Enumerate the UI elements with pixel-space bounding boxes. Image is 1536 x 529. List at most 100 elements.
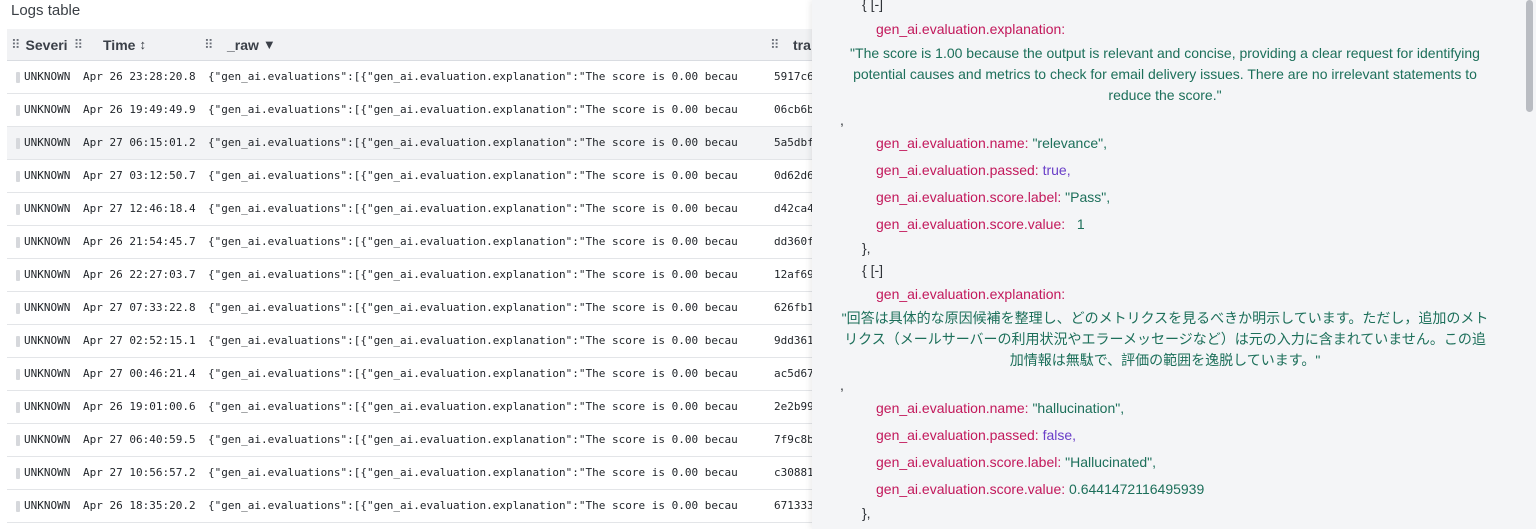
json-line-score-value: gen_ai.evaluation.score.value: 0.6441472… [876,481,1204,497]
table-row[interactable]: UNKNOWN Apr 26 22:27:03.7 {"gen_ai.evaluat… [7,259,812,292]
cell-trace: 0d62d6 [774,169,812,182]
scrollbar[interactable] [1522,0,1536,529]
json-key-explanation: gen_ai.evaluation.explanation: [876,21,1066,37]
json-line-passed: gen_ai.evaluation.passed: true, [876,162,1071,178]
table-row[interactable]: UNKNOWN Apr 27 07:33:22.8 {"gen_ai.evaluat… [7,292,812,325]
json-key-explanation: gen_ai.evaluation.explanation: [876,286,1066,302]
cell-raw: {"gen_ai.evaluations":[{"gen_ai.evaluati… [208,400,738,413]
cell-trace: 9dd361 [774,334,812,347]
table-row[interactable]: UNKNOWN Apr 26 19:01:00.6 {"gen_ai.evaluat… [7,391,812,424]
cell-severity: UNKNOWN [24,70,71,83]
table-row[interactable]: UNKNOWN Apr 27 00:46:21.4 {"gen_ai.evaluat… [7,358,812,391]
cell-severity: UNKNOWN [24,433,71,446]
column-label-raw: _raw [227,36,259,53]
column-header-severity[interactable]: ⠿ Severi ⠿ [11,29,88,60]
cell-time: Apr 27 03:12:50.7 [83,169,196,182]
cell-time: Apr 26 19:01:00.6 [83,400,196,413]
cell-trace: 7f9c8b [774,433,812,446]
cell-trace: 671333 [774,499,812,512]
collapse-toggle[interactable]: { [-] [862,262,883,278]
table-row[interactable]: UNKNOWN Apr 26 19:49:49.9 {"gen_ai.evaluat… [7,94,812,127]
json-key-passed: gen_ai.evaluation.passed: [876,427,1039,443]
collapse-toggle[interactable]: { [-] [862,0,883,12]
column-header-raw[interactable]: _raw ▼ [227,29,276,60]
severity-indicator [16,72,20,83]
cell-trace: 06cb6b [774,103,812,116]
cell-time: Apr 27 07:33:22.8 [83,301,196,314]
table-row[interactable]: UNKNOWN Apr 27 02:52:15.1 {"gen_ai.evaluat… [7,325,812,358]
cell-trace: 5a5dbf [774,136,812,149]
severity-indicator [16,270,20,281]
cell-raw: {"gen_ai.evaluations":[{"gen_ai.evaluati… [208,202,738,215]
column-label-time: Time [103,36,136,53]
table-row[interactable]: UNKNOWN Apr 27 06:40:59.5 {"gen_ai.evaluat… [7,424,812,457]
cell-severity: UNKNOWN [24,202,71,215]
cell-time: Apr 27 06:15:01.2 [83,136,196,149]
json-value-passed: true, [1042,162,1071,178]
column-header-time[interactable]: Time ↕ [103,29,146,60]
table-body: UNKNOWN Apr 26 23:28:20.8 {"gen_ai.evaluat… [7,61,812,523]
column-header-trace[interactable]: tra [793,29,811,60]
json-line-name: gen_ai.evaluation.name: "hallucination", [876,400,1124,416]
cell-raw: {"gen_ai.evaluations":[{"gen_ai.evaluati… [208,433,738,446]
drag-handle-icon[interactable]: ⠿ [11,37,20,53]
cell-raw: {"gen_ai.evaluations":[{"gen_ai.evaluati… [208,235,738,248]
cell-trace: 2e2b99 [774,400,812,413]
severity-indicator [16,501,20,512]
json-value-explanation: "回答は具体的な原因候補を整理し、どのメトリクスを見るべきか明示しています。ただ… [841,310,1489,368]
cell-severity: UNKNOWN [24,334,71,347]
cell-raw: {"gen_ai.evaluations":[{"gen_ai.evaluati… [208,301,738,314]
cell-time: Apr 26 23:28:20.8 [83,70,196,83]
table-row[interactable]: UNKNOWN Apr 27 12:46:18.4 {"gen_ai.evaluat… [7,193,812,226]
json-value-score-label: "Pass", [1065,189,1111,205]
cell-time: Apr 26 19:49:49.9 [83,103,196,116]
json-value-name: "hallucination", [1032,400,1125,416]
cell-severity: UNKNOWN [24,499,71,512]
cell-time: Apr 26 18:35:20.2 [83,499,196,512]
drag-handle-icon[interactable]: ⠿ [770,29,780,60]
table-row[interactable]: UNKNOWN Apr 27 10:56:57.2 {"gen_ai.evaluat… [7,457,812,490]
severity-indicator [16,336,20,347]
severity-indicator [16,138,20,149]
table-row[interactable]: UNKNOWN Apr 26 21:54:45.7 {"gen_ai.evaluat… [7,226,812,259]
cell-trace: ac5d67 [774,367,812,380]
cell-trace: dd360f [774,235,812,248]
severity-indicator [16,435,20,446]
cell-raw: {"gen_ai.evaluations":[{"gen_ai.evaluati… [208,367,738,380]
table-row[interactable]: UNKNOWN Apr 27 06:15:01.2 {"gen_ai.evaluat… [7,127,812,160]
sort-icon[interactable]: ↕ [139,37,146,52]
severity-indicator [16,468,20,479]
json-close-brace: }, [862,505,871,521]
json-line-score-label: gen_ai.evaluation.score.label: "Pass", [876,189,1110,205]
cell-raw: {"gen_ai.evaluations":[{"gen_ai.evaluati… [208,103,738,116]
cell-raw: {"gen_ai.evaluations":[{"gen_ai.evaluati… [208,466,738,479]
json-close-brace: }, [862,240,871,256]
json-line-score-value: gen_ai.evaluation.score.value: 1 [876,216,1085,232]
scrollbar-thumb[interactable] [1526,0,1533,112]
table-row[interactable]: UNKNOWN Apr 26 18:35:20.2 {"gen_ai.evaluat… [7,490,812,523]
cell-severity: UNKNOWN [24,301,71,314]
table-row[interactable]: UNKNOWN Apr 27 03:12:50.7 {"gen_ai.evaluat… [7,160,812,193]
cell-raw: {"gen_ai.evaluations":[{"gen_ai.evaluati… [208,70,738,83]
json-value-score-value: 1 [1076,216,1085,232]
cell-time: Apr 26 21:54:45.7 [83,235,196,248]
table-header: ⠿ Severi ⠿ Time ↕ ⠿ _raw ▼ ⠿ tra [7,29,812,61]
drag-handle-icon[interactable]: ⠿ [74,37,83,53]
severity-indicator [16,402,20,413]
log-detail-panel: { [-] gen_ai.evaluation.explanation: "Th… [812,0,1536,529]
table-row[interactable]: UNKNOWN Apr 26 23:28:20.8 {"gen_ai.evaluat… [7,61,812,94]
cell-severity: UNKNOWN [24,400,71,413]
severity-indicator [16,204,20,215]
column-label-trace: tra [793,36,811,53]
sort-desc-icon[interactable]: ▼ [263,37,276,52]
drag-handle-icon[interactable]: ⠿ [204,29,214,60]
json-line-passed: gen_ai.evaluation.passed: false, [876,427,1076,443]
json-value-score-value: 0.6441472116495939 [1069,481,1205,497]
cell-severity: UNKNOWN [24,466,71,479]
json-line-name: gen_ai.evaluation.name: "relevance", [876,135,1107,151]
cell-severity: UNKNOWN [24,169,71,182]
json-key-name: gen_ai.evaluation.name: [876,135,1029,151]
severity-indicator [16,171,20,182]
cell-time: Apr 27 06:40:59.5 [83,433,196,446]
json-value-passed: false, [1042,427,1077,443]
